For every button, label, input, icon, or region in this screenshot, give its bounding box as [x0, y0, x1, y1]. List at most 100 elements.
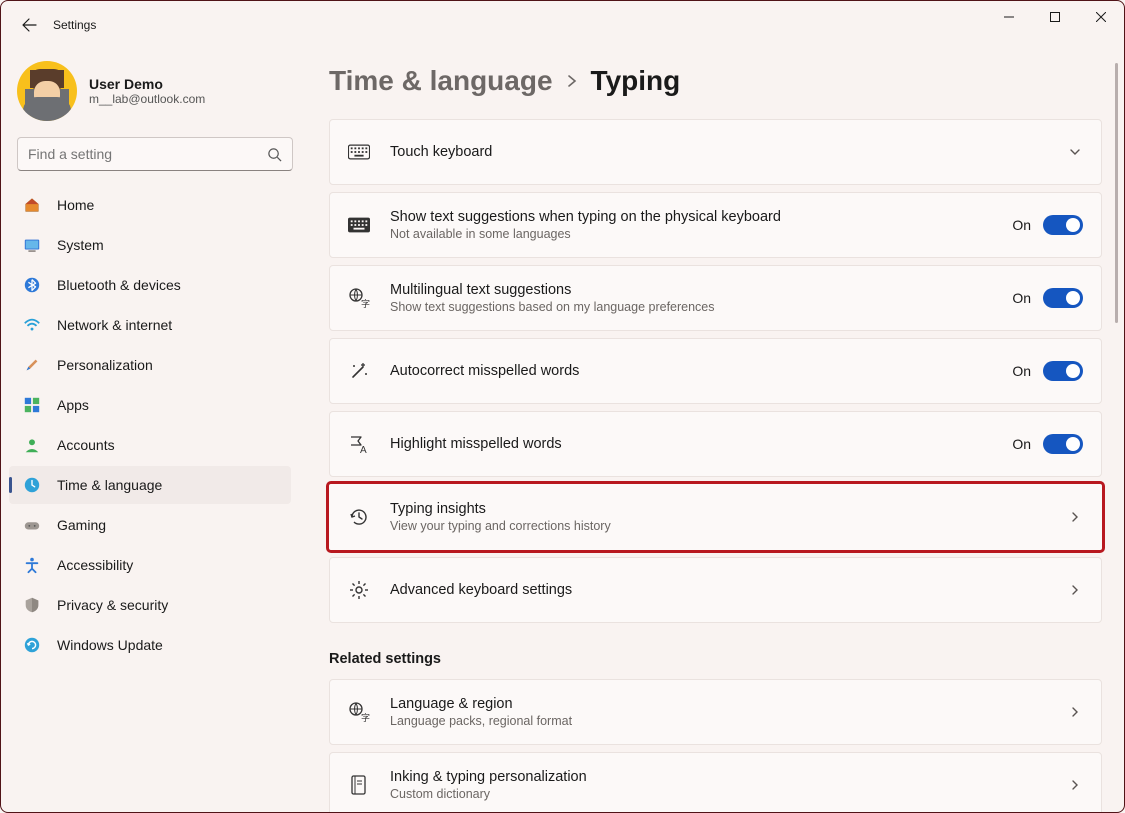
apps-icon	[23, 396, 41, 414]
card-title: Language & region	[390, 696, 1067, 712]
search-icon	[267, 147, 282, 162]
card-title: Advanced keyboard settings	[390, 582, 1067, 598]
sidebar-item-label: Bluetooth & devices	[57, 277, 181, 293]
sidebar-item-label: Privacy & security	[57, 597, 168, 613]
clock-globe-icon	[23, 476, 41, 494]
person-icon	[23, 436, 41, 454]
maximize-button[interactable]	[1032, 1, 1078, 33]
wifi-icon	[23, 316, 41, 334]
user-email: m__lab@outlook.com	[89, 92, 205, 106]
sidebar-item-label: System	[57, 237, 104, 253]
toggle-state: On	[1012, 436, 1031, 452]
svg-text:字: 字	[361, 298, 370, 309]
card-multilingual-text-suggestions[interactable]: 字 Multilingual text suggestions Show tex…	[329, 265, 1102, 331]
card-title: Highlight misspelled words	[390, 436, 1012, 452]
home-icon	[23, 196, 41, 214]
window-controls	[986, 1, 1124, 33]
globe-a-icon: 字	[348, 287, 370, 309]
toggle-state: On	[1012, 217, 1031, 233]
sidebar-item-home[interactable]: Home	[9, 186, 291, 224]
card-title: Show text suggestions when typing on the…	[390, 209, 1012, 225]
toggle-state: On	[1012, 363, 1031, 379]
sidebar-item-apps[interactable]: Apps	[9, 386, 291, 424]
toggle-switch[interactable]	[1043, 215, 1083, 235]
close-button[interactable]	[1078, 1, 1124, 33]
sidebar-item-label: Accounts	[57, 437, 115, 453]
card-inking-typing[interactable]: Inking & typing personalization Custom d…	[329, 752, 1102, 812]
chevron-right-icon	[1067, 582, 1083, 598]
sidebar-item-accounts[interactable]: Accounts	[9, 426, 291, 464]
sidebar-item-personalization[interactable]: Personalization	[9, 346, 291, 384]
wand-icon	[348, 360, 370, 382]
nav: Home System Bluetooth & devices Network …	[9, 185, 301, 665]
sidebar-item-system[interactable]: System	[9, 226, 291, 264]
card-subtitle: Custom dictionary	[390, 787, 1067, 801]
svg-text:A: A	[360, 445, 367, 455]
card-subtitle: Not available in some languages	[390, 227, 1012, 241]
user-block[interactable]: User Demo m__lab@outlook.com	[9, 57, 301, 137]
sidebar-item-windows-update[interactable]: Windows Update	[9, 626, 291, 664]
gear-icon	[348, 579, 370, 601]
minimize-button[interactable]	[986, 1, 1032, 33]
card-autocorrect[interactable]: Autocorrect misspelled words On	[329, 338, 1102, 404]
search-input[interactable]	[28, 146, 267, 162]
shield-icon	[23, 596, 41, 614]
sidebar-item-network[interactable]: Network & internet	[9, 306, 291, 344]
toggle-switch[interactable]	[1043, 288, 1083, 308]
card-physical-keyboard-suggestions[interactable]: Show text suggestions when typing on the…	[329, 192, 1102, 258]
accessibility-icon	[23, 556, 41, 574]
user-name: User Demo	[89, 76, 205, 92]
chevron-right-icon	[1067, 704, 1083, 720]
chevron-down-icon	[1067, 144, 1083, 160]
globe-a-icon: 字	[348, 701, 370, 723]
card-title: Touch keyboard	[390, 144, 1067, 160]
breadcrumb-current: Typing	[591, 65, 681, 97]
sidebar-item-label: Home	[57, 197, 94, 213]
sidebar-item-privacy[interactable]: Privacy & security	[9, 586, 291, 624]
highlight-a-icon: A	[348, 433, 370, 455]
arrow-left-icon	[21, 17, 37, 33]
history-icon	[348, 506, 370, 528]
card-highlight-misspelled[interactable]: A Highlight misspelled words On	[329, 411, 1102, 477]
card-title: Typing insights	[390, 501, 1067, 517]
paintbrush-icon	[23, 356, 41, 374]
content: Time & language Typing Touch keyboard	[301, 49, 1124, 812]
card-language-region[interactable]: 字 Language & region Language packs, regi…	[329, 679, 1102, 745]
toggle-switch[interactable]	[1043, 361, 1083, 381]
chevron-right-icon	[567, 74, 577, 88]
sidebar-item-accessibility[interactable]: Accessibility	[9, 546, 291, 584]
sidebar-item-label: Gaming	[57, 517, 106, 533]
system-icon	[23, 236, 41, 254]
window-title: Settings	[53, 18, 96, 32]
keyboard-icon	[348, 141, 370, 163]
sidebar-item-label: Windows Update	[57, 637, 163, 653]
search-field[interactable]	[17, 137, 293, 171]
scrollbar[interactable]	[1115, 63, 1118, 323]
toggle-switch[interactable]	[1043, 434, 1083, 454]
card-touch-keyboard[interactable]: Touch keyboard	[329, 119, 1102, 185]
sidebar-item-time-language[interactable]: Time & language	[9, 466, 291, 504]
card-subtitle: Show text suggestions based on my langua…	[390, 300, 1012, 314]
sidebar-item-label: Time & language	[57, 477, 162, 493]
chevron-right-icon	[1067, 777, 1083, 793]
back-button[interactable]	[9, 5, 49, 45]
update-icon	[23, 636, 41, 654]
avatar	[17, 61, 77, 121]
sidebar-item-bluetooth[interactable]: Bluetooth & devices	[9, 266, 291, 304]
card-typing-insights[interactable]: Typing insights View your typing and cor…	[329, 484, 1102, 550]
related-settings-heading: Related settings	[329, 651, 1102, 667]
toggle-state: On	[1012, 290, 1031, 306]
keyboard-filled-icon	[348, 214, 370, 236]
gamepad-icon	[23, 516, 41, 534]
breadcrumb-parent[interactable]: Time & language	[329, 65, 553, 97]
sidebar-item-gaming[interactable]: Gaming	[9, 506, 291, 544]
sidebar-item-label: Apps	[57, 397, 89, 413]
card-title: Multilingual text suggestions	[390, 282, 1012, 298]
titlebar: Settings	[1, 1, 1124, 49]
card-title: Inking & typing personalization	[390, 769, 1067, 785]
breadcrumb: Time & language Typing	[329, 65, 1102, 97]
card-advanced-keyboard[interactable]: Advanced keyboard settings	[329, 557, 1102, 623]
sidebar-item-label: Personalization	[57, 357, 153, 373]
card-title: Autocorrect misspelled words	[390, 363, 1012, 379]
sidebar: User Demo m__lab@outlook.com Home	[1, 49, 301, 812]
